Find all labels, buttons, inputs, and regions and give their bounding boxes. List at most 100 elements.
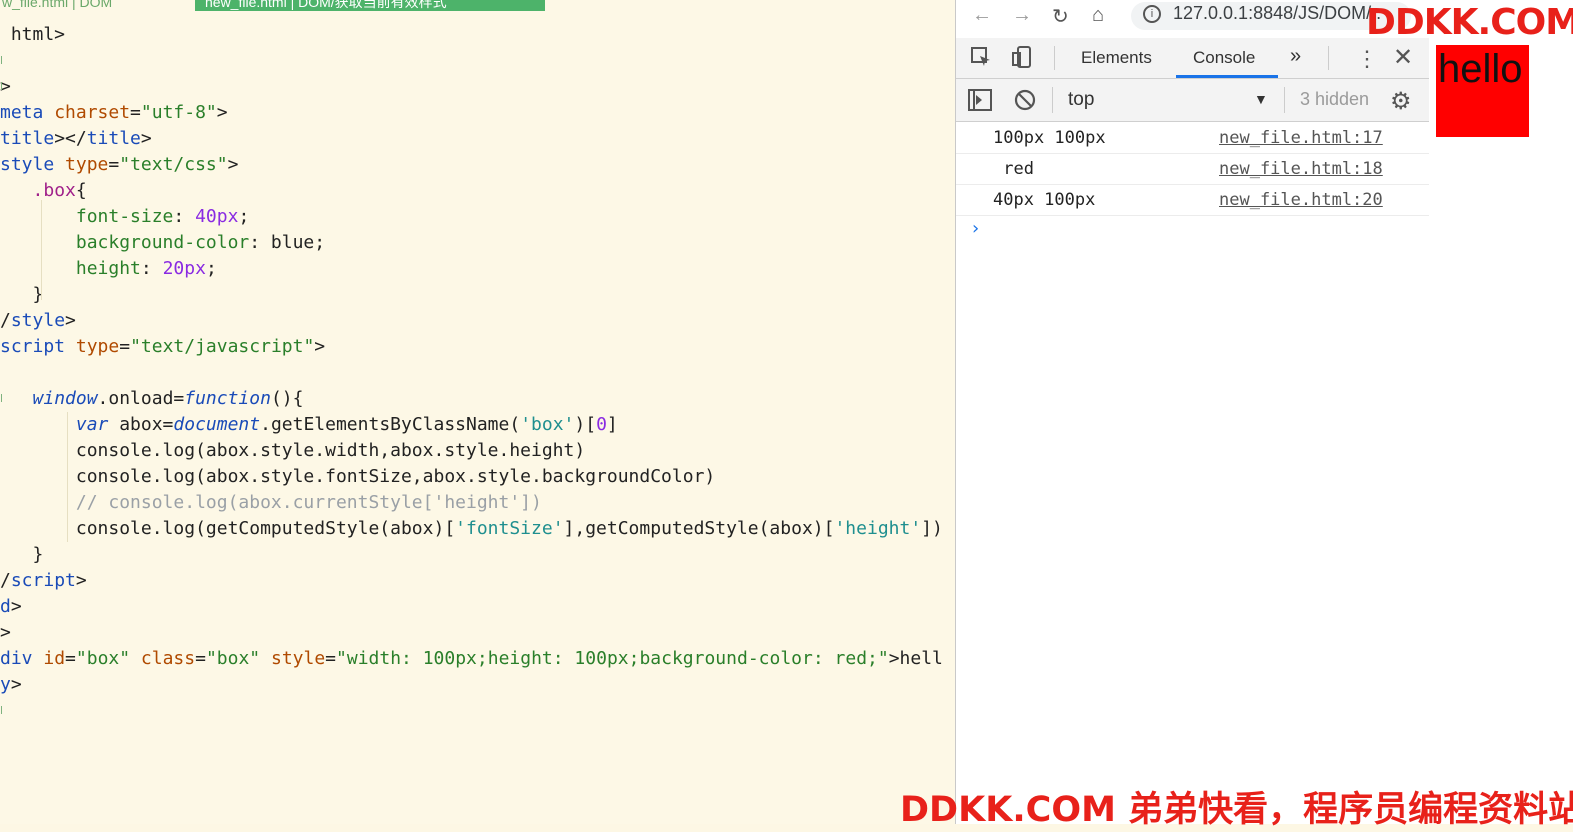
more-tabs-icon[interactable]: » bbox=[1290, 45, 1301, 68]
code-line: console.log(abox.style.fontSize,abox.sty… bbox=[0, 464, 715, 490]
code-token: >hell bbox=[888, 648, 943, 669]
code-token: = bbox=[130, 102, 141, 123]
code-token: ></ bbox=[54, 128, 87, 149]
code-token: ]) bbox=[921, 518, 943, 539]
console-message: 100px 100px new_file.html:17 bbox=[956, 123, 1429, 154]
code-token: 40px bbox=[195, 206, 239, 227]
code-token: } bbox=[0, 284, 44, 305]
inspect-element-icon[interactable] bbox=[970, 46, 992, 74]
editor-tab-active[interactable]: new_file.html | DOM/获取当前有效样式 bbox=[195, 0, 545, 11]
code-line: console.log(abox.style.width,abox.style.… bbox=[0, 438, 585, 464]
code-token: style bbox=[10, 310, 66, 331]
code-token: : bbox=[173, 206, 196, 227]
code-token: type bbox=[65, 154, 109, 175]
code-token: class bbox=[140, 648, 196, 669]
code-token: : blue; bbox=[249, 232, 326, 253]
fold-marker[interactable] bbox=[1, 82, 2, 90]
clear-console-icon[interactable] bbox=[1014, 89, 1036, 116]
code-token: 20px bbox=[162, 258, 206, 279]
code-token: abox= bbox=[108, 414, 174, 435]
hidden-count[interactable]: 3 hidden bbox=[1300, 89, 1369, 110]
code-token: > bbox=[216, 102, 228, 123]
code-token: / bbox=[0, 310, 11, 331]
code-token: .onload= bbox=[97, 388, 185, 409]
code-token: html> bbox=[0, 24, 66, 45]
fold-marker[interactable] bbox=[1, 706, 2, 714]
code-token: y bbox=[0, 674, 11, 695]
code-token: console.log(abox.style.width,abox.style.… bbox=[0, 440, 586, 461]
code-token: : bbox=[140, 258, 163, 279]
hello-box: hello bbox=[1436, 45, 1529, 137]
code-token: "width: 100px;height: 100px;background-c… bbox=[336, 648, 889, 669]
info-icon[interactable]: i bbox=[1143, 5, 1161, 23]
dropdown-arrow-icon[interactable]: ▼ bbox=[1254, 91, 1268, 107]
code-token: "text/css" bbox=[119, 154, 228, 175]
divider bbox=[1284, 87, 1285, 113]
console-source-link[interactable]: new_file.html:17 bbox=[1219, 128, 1383, 148]
arrow-left-icon[interactable]: ← bbox=[972, 4, 992, 27]
code-token: font-size bbox=[75, 206, 174, 227]
hello-text: hello bbox=[1438, 47, 1523, 91]
console-message: red new_file.html:18 bbox=[956, 154, 1429, 185]
console-source-link[interactable]: new_file.html:18 bbox=[1219, 159, 1383, 179]
code-line: div id="box" class="box" style="width: 1… bbox=[0, 646, 943, 672]
code-line: font-size: 40px; bbox=[0, 204, 249, 230]
divider bbox=[1054, 46, 1055, 70]
code-token: style bbox=[270, 648, 326, 669]
sidebar-toggle-icon[interactable] bbox=[968, 89, 992, 116]
code-token: id bbox=[43, 648, 66, 669]
code-line: // console.log(abox.currentStyle['height… bbox=[0, 490, 542, 516]
code-token: charset bbox=[54, 102, 131, 123]
code-line: meta charset="utf-8"> bbox=[0, 100, 228, 126]
close-icon[interactable]: ✕ bbox=[1393, 43, 1413, 72]
code-token: function bbox=[184, 388, 271, 409]
tab-elements[interactable]: Elements bbox=[1081, 48, 1152, 68]
code-token: title bbox=[86, 128, 141, 149]
fold-marker[interactable] bbox=[1, 56, 2, 64]
gear-icon[interactable]: ⚙ bbox=[1390, 87, 1412, 116]
code-line: /script> bbox=[0, 568, 87, 594]
code-token: d bbox=[0, 596, 11, 617]
console-message: 40px 100px new_file.html:20 bbox=[956, 185, 1429, 216]
code-line: script type="text/javascript"> bbox=[0, 334, 325, 360]
code-token: 0 bbox=[596, 414, 607, 435]
code-token: ; bbox=[205, 258, 217, 279]
watermark-top: DDKK.COM bbox=[1366, 2, 1573, 43]
arrow-right-icon[interactable]: → bbox=[1012, 4, 1032, 27]
code-token: "box" bbox=[205, 648, 271, 669]
home-icon[interactable]: ⌂ bbox=[1092, 4, 1104, 27]
editor-tab-inactive[interactable]: w_file.html | DOM bbox=[0, 0, 192, 11]
indent-guide bbox=[67, 412, 68, 542]
code-token: > bbox=[314, 336, 326, 357]
code-line: window.onload=function(){ bbox=[0, 386, 304, 412]
code-line: var abox=document.getElementsByClassName… bbox=[0, 412, 618, 438]
code-line: console.log(getComputedStyle(abox)['font… bbox=[0, 516, 943, 542]
code-token: { bbox=[75, 180, 87, 201]
code-token: script bbox=[10, 570, 76, 591]
code-token: )[ bbox=[574, 414, 597, 435]
code-token: "text/javascript" bbox=[130, 336, 315, 357]
context-selector[interactable]: top bbox=[1068, 89, 1094, 111]
url-text[interactable]: 127.0.0.1:8848/JS/DOM/.. bbox=[1173, 3, 1381, 24]
device-toolbar-icon[interactable] bbox=[1011, 46, 1033, 74]
devtools-tabbar: Elements Console » ⋮ ✕ bbox=[956, 38, 1429, 79]
code-token: 'fontSize' bbox=[455, 518, 564, 539]
code-line: html> bbox=[0, 22, 65, 48]
code-token: > bbox=[65, 310, 76, 331]
code-token: = bbox=[119, 336, 131, 357]
tab-console[interactable]: Console bbox=[1193, 48, 1255, 68]
reload-icon[interactable]: ↻ bbox=[1052, 4, 1069, 29]
kebab-menu-icon[interactable]: ⋮ bbox=[1356, 46, 1378, 72]
console-prompt[interactable]: › bbox=[970, 218, 981, 239]
code-line: .box{ bbox=[0, 178, 87, 204]
code-editor[interactable]: w_file.html | DOM new_file.html | DOM/获取… bbox=[0, 0, 955, 824]
code-token: title bbox=[0, 128, 55, 149]
code-token: ],getComputedStyle(abox)[ bbox=[563, 518, 835, 539]
console-source-link[interactable]: new_file.html:20 bbox=[1219, 190, 1383, 210]
code-token: 'box' bbox=[520, 414, 575, 435]
code-token: div bbox=[0, 648, 44, 669]
fold-marker[interactable] bbox=[1, 394, 2, 402]
code-token: = bbox=[325, 648, 337, 669]
